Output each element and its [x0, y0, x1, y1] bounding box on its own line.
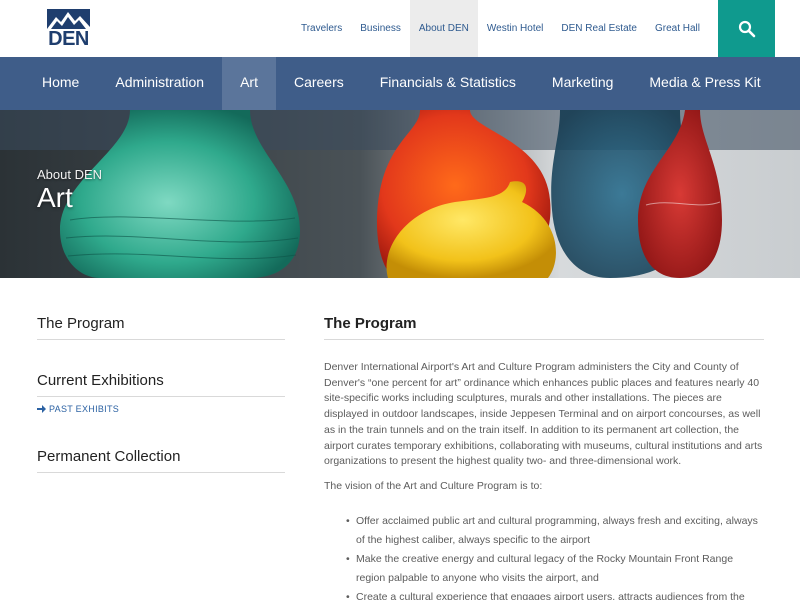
- nav-home[interactable]: Home: [24, 57, 97, 110]
- utility-link-great-hall[interactable]: Great Hall: [646, 0, 709, 57]
- mountain-logo-icon: [47, 9, 90, 29]
- utility-link-den-real-estate[interactable]: DEN Real Estate: [552, 0, 646, 57]
- utility-nav: Travelers Business About DEN Westin Hote…: [292, 0, 709, 57]
- list-item: Offer acclaimed public art and cultural …: [346, 512, 764, 550]
- hero-title: Art: [37, 182, 73, 213]
- nav-financials-statistics[interactable]: Financials & Statistics: [362, 57, 534, 110]
- sidebar-link-past-exhibits[interactable]: PAST EXHIBITS: [37, 397, 285, 418]
- den-logo[interactable]: DEN: [47, 9, 90, 49]
- list-item: Create a cultural experience that engage…: [346, 588, 764, 600]
- utility-link-travelers[interactable]: Travelers: [292, 0, 351, 57]
- nav-administration[interactable]: Administration: [97, 57, 222, 110]
- sidebar: The Program Current Exhibitions PAST EXH…: [37, 300, 285, 473]
- list-item: Make the creative energy and cultural le…: [346, 550, 764, 588]
- vision-intro-paragraph: The vision of the Art and Culture Progra…: [324, 479, 543, 492]
- nav-marketing[interactable]: Marketing: [534, 57, 631, 110]
- sidebar-link-current-exhibitions[interactable]: Current Exhibitions: [37, 357, 285, 396]
- sidebar-section-the-program: The Program: [37, 300, 285, 340]
- content-heading: The Program: [324, 300, 764, 340]
- sidebar-section-current-exhibitions: Current Exhibitions: [37, 357, 285, 397]
- nav-art[interactable]: Art: [222, 57, 276, 110]
- glass-vases-image: [0, 110, 800, 278]
- intro-paragraph: Denver International Airport's Art and C…: [324, 361, 763, 468]
- past-exhibits-label: PAST EXHIBITS: [49, 404, 120, 414]
- utility-link-westin-hotel[interactable]: Westin Hotel: [478, 0, 553, 57]
- main-nav: Home Administration Art Careers Financia…: [0, 57, 800, 110]
- vision-list: Offer acclaimed public art and cultural …: [324, 512, 764, 600]
- nav-media-press-kit[interactable]: Media & Press Kit: [631, 57, 778, 110]
- hero-eyebrow: About DEN: [37, 167, 103, 182]
- main-content: The Program Denver International Airport…: [324, 300, 764, 600]
- utility-link-business[interactable]: Business: [351, 0, 410, 57]
- search-button[interactable]: [718, 0, 775, 57]
- search-icon: [738, 20, 755, 37]
- logo-text: DEN: [48, 28, 89, 50]
- sidebar-section-permanent-collection: Permanent Collection: [37, 433, 285, 473]
- nav-careers[interactable]: Careers: [276, 57, 362, 110]
- hero-banner: About DEN Art: [0, 110, 800, 278]
- sidebar-link-the-program[interactable]: The Program: [37, 300, 285, 339]
- sidebar-link-permanent-collection[interactable]: Permanent Collection: [37, 433, 285, 472]
- top-bar: DEN Travelers Business About DEN Westin …: [0, 0, 800, 57]
- arrow-right-icon: [37, 405, 46, 413]
- utility-link-about-den[interactable]: About DEN: [409, 0, 478, 57]
